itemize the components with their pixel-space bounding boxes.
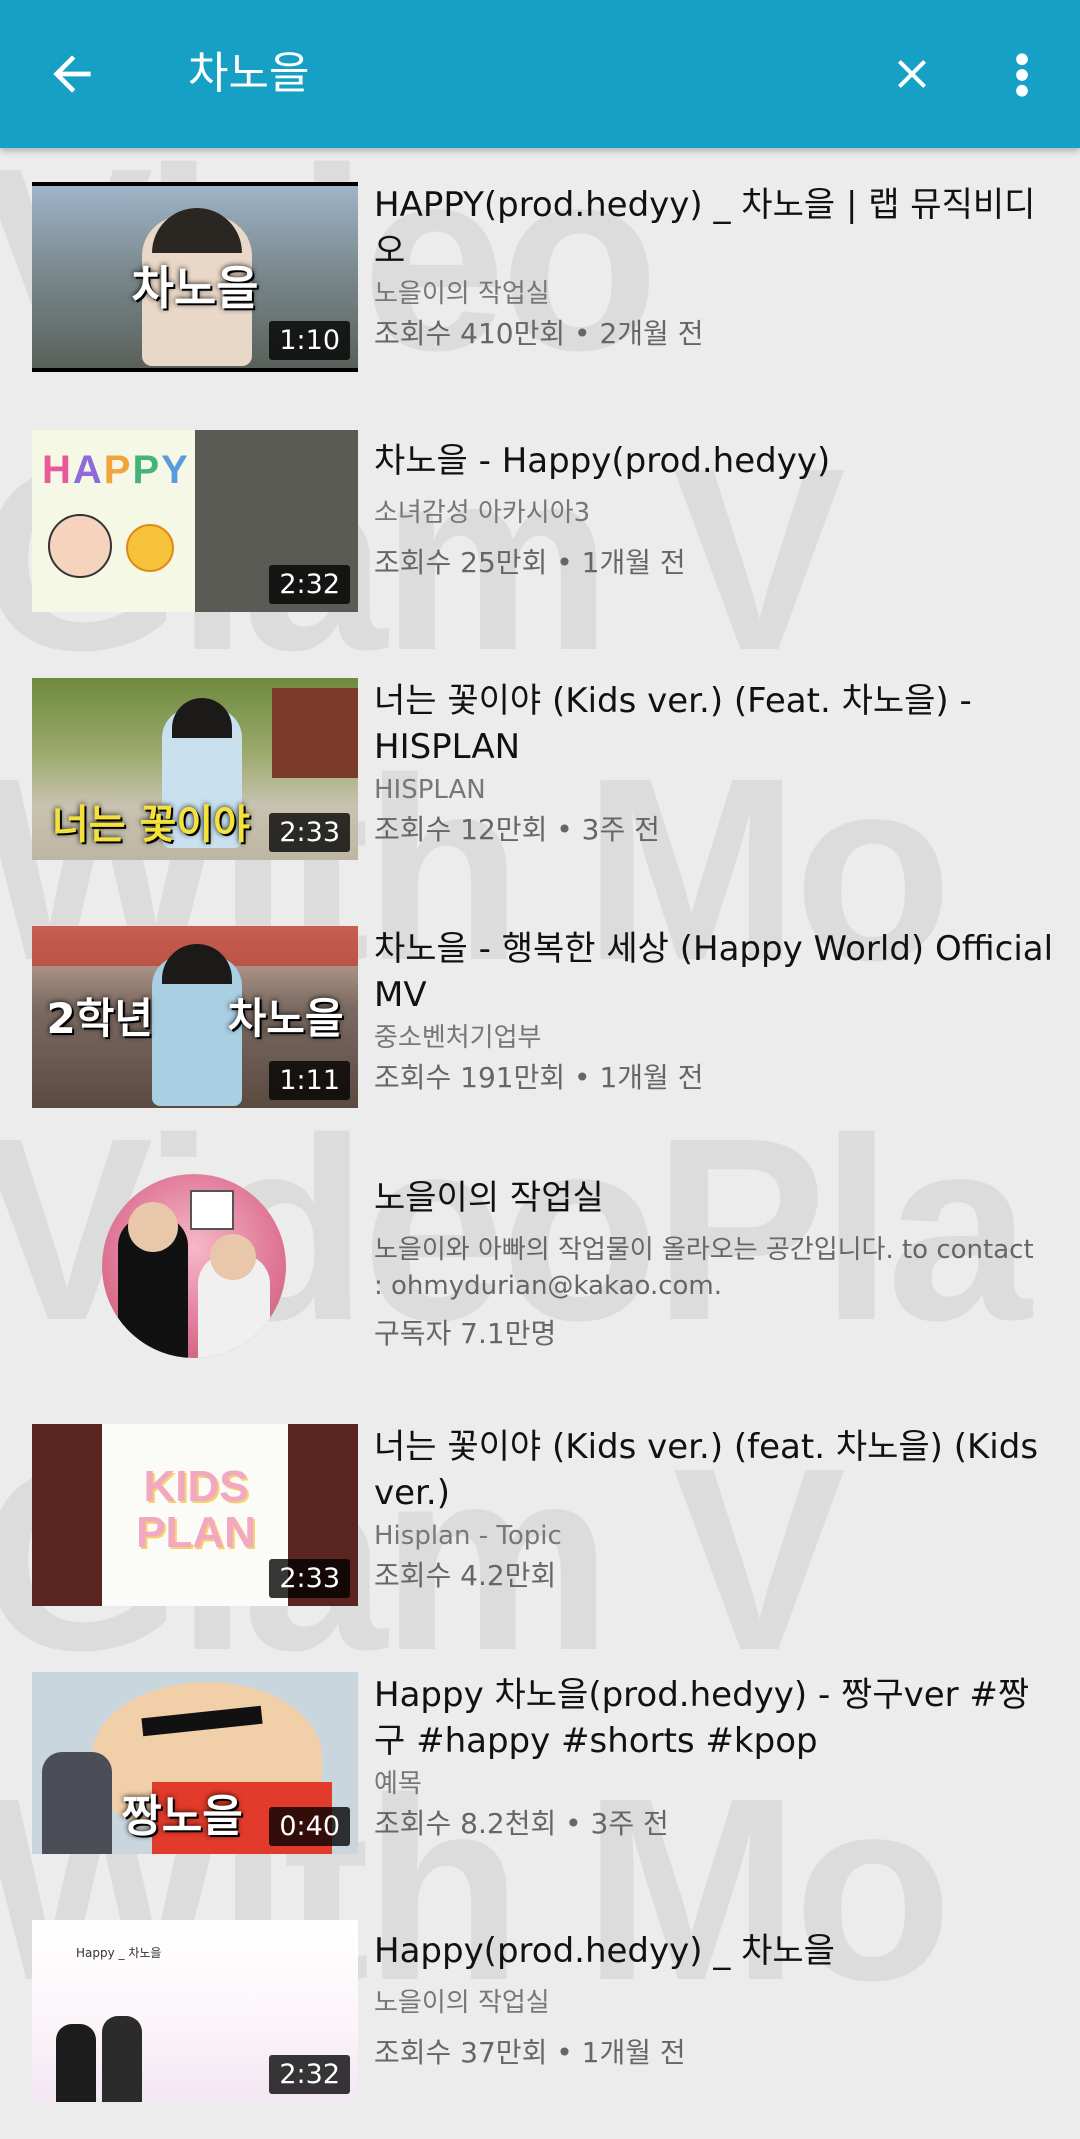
video-thumbnail[interactable]: 차노을 1:10 <box>32 182 358 372</box>
video-title[interactable]: Happy(prod.hedyy) _ 차노을 <box>374 1924 1054 1978</box>
duration-badge: 2:33 <box>269 813 350 852</box>
channel-name[interactable]: 노을이의 작업실 <box>374 1978 1054 2028</box>
video-thumbnail[interactable]: 짱노을 0:40 <box>32 1672 358 1854</box>
video-result[interactable]: Happy _ 차노을 2:32 Happy(prod.hedyy) _ 차노을… <box>0 1886 1080 2134</box>
video-thumbnail[interactable]: HAPPY 2:32 <box>32 430 358 612</box>
channel-name[interactable]: 예목 <box>374 1764 1054 1804</box>
duration-badge: 1:10 <box>269 321 350 360</box>
thumbnail-overlay-text: 차노을 <box>131 261 259 315</box>
video-result[interactable]: HAPPY 2:32 차노을 - Happy(prod.hedyy) 소녀감성 … <box>0 396 1080 644</box>
video-thumbnail[interactable]: 2학년 차노을 1:11 <box>32 926 358 1108</box>
duration-badge: 2:33 <box>269 1559 350 1598</box>
search-query[interactable]: 차노을 <box>188 44 309 104</box>
video-meta: 조회수 25만회 • 1개월 전 <box>374 546 686 579</box>
video-thumbnail[interactable]: 너는 꽃이야 2:33 <box>32 678 358 860</box>
video-meta: 조회수 37만회 • 1개월 전 <box>374 2036 686 2069</box>
subscriber-count: 구독자 7.1만명 <box>374 1317 557 1350</box>
video-result[interactable]: 2학년 차노을 1:11 차노을 - 행복한 세상 (Happy World) … <box>0 892 1080 1140</box>
thumbnail-overlay-text: 짱노을 <box>121 1791 243 1842</box>
channel-avatar[interactable] <box>102 1174 286 1358</box>
duration-badge: 0:40 <box>269 1807 350 1846</box>
thumbnail-overlay-text: KIDS PLAN <box>136 1462 256 1557</box>
video-title[interactable]: 차노을 - 행복한 세상 (Happy World) Official MV <box>374 926 1054 1018</box>
channel-name[interactable]: HISPLAN <box>374 770 1054 810</box>
channel-result[interactable]: 노을이의 작업실 노을이와 아빠의 작업물이 올라오는 공간입니다. to co… <box>0 1140 1080 1390</box>
thumbnail-overlay-text: 2학년 차노을 <box>46 994 344 1043</box>
duration-badge: 1:11 <box>269 1061 350 1100</box>
duration-badge: 2:32 <box>269 565 350 604</box>
video-result[interactable]: 짱노을 0:40 Happy 차노을(prod.hedyy) - 짱구ver #… <box>0 1638 1080 1886</box>
video-title[interactable]: 차노을 - Happy(prod.hedyy) <box>374 434 1054 488</box>
channel-name[interactable]: 노을이의 작업실 <box>374 1170 1034 1226</box>
video-result[interactable]: 차노을 1:10 HAPPY(prod.hedyy) _ 차노을 | 랩 뮤직비… <box>0 148 1080 396</box>
channel-name[interactable]: 노을이의 작업실 <box>374 274 1054 314</box>
close-icon[interactable] <box>888 50 936 98</box>
video-result[interactable]: KIDS PLAN 2:33 너는 꽃이야 (Kids ver.) (feat.… <box>0 1390 1080 1638</box>
duration-badge: 2:32 <box>269 2055 350 2094</box>
thumbnail-overlay-text: Happy _ 차노을 <box>76 1946 162 1960</box>
app-bar: 차노을 <box>0 0 1080 148</box>
channel-name[interactable]: 중소벤처기업부 <box>374 1018 1054 1058</box>
video-thumbnail[interactable]: KIDS PLAN 2:33 <box>32 1424 358 1606</box>
channel-name[interactable]: Hisplan - Topic <box>374 1516 1054 1556</box>
video-meta: 조회수 8.2천회 • 3주 전 <box>374 1807 669 1840</box>
arrow-left-icon[interactable] <box>44 46 100 102</box>
video-title[interactable]: 너는 꽃이야 (Kids ver.) (Feat. 차노을) - HISPLAN <box>374 678 1054 770</box>
video-title[interactable]: Happy 차노을(prod.hedyy) - 짱구ver #짱구 #happy… <box>374 1672 1054 1764</box>
video-title[interactable]: HAPPY(prod.hedyy) _ 차노을 | 랩 뮤직비디오 <box>374 182 1054 274</box>
video-meta: 조회수 410만회 • 2개월 전 <box>374 317 704 350</box>
video-meta: 조회수 4.2만회 <box>374 1559 557 1592</box>
channel-description: 노을이와 아빠의 작업물이 올라오는 공간입니다. to contact : o… <box>374 1235 1034 1301</box>
more-vert-icon[interactable] <box>1004 48 1040 102</box>
video-result[interactable]: 너는 꽃이야 2:33 너는 꽃이야 (Kids ver.) (Feat. 차노… <box>0 644 1080 892</box>
video-title[interactable]: 너는 꽃이야 (Kids ver.) (feat. 차노을) (Kids ver… <box>374 1424 1054 1516</box>
channel-name[interactable]: 소녀감성 아카시아3 <box>374 488 1054 538</box>
video-meta: 조회수 191만회 • 1개월 전 <box>374 1061 704 1094</box>
video-meta: 조회수 12만회 • 3주 전 <box>374 813 660 846</box>
video-thumbnail[interactable]: Happy _ 차노을 2:32 <box>32 1920 358 2102</box>
